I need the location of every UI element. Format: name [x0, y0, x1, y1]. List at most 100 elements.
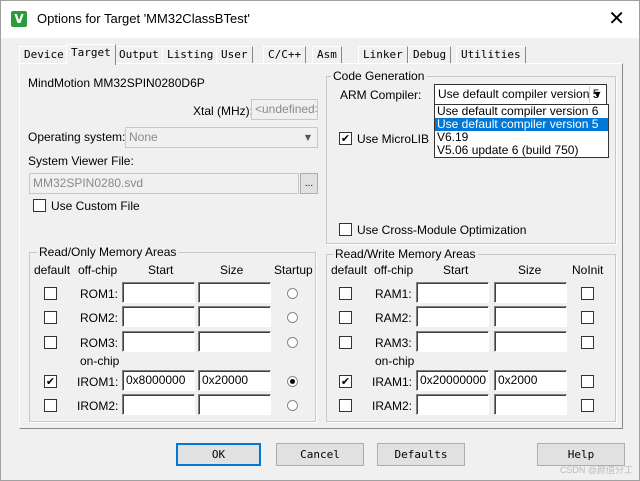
iram1-label: IRAM1:: [372, 375, 413, 389]
device-name: MindMotion MM32SPIN0280D6P: [28, 76, 205, 90]
ram-header-offchip: off-chip: [374, 263, 414, 277]
arm-compiler-value: Use default compiler version 5: [438, 87, 600, 101]
xtal-input[interactable]: <undefined>: [251, 99, 318, 120]
ram-onchip-label: on-chip: [375, 354, 415, 368]
iram2-size-input[interactable]: [494, 394, 567, 415]
ram-header-size: Size: [518, 263, 542, 277]
arm-compiler-select[interactable]: Use default compiler version 5 ▼: [434, 84, 607, 105]
iram1-noinit-checkbox[interactable]: [581, 375, 594, 388]
keil-app-icon: V: [11, 11, 27, 27]
close-icon[interactable]: ✕: [608, 7, 625, 29]
ram3-default-checkbox[interactable]: [339, 336, 352, 349]
ram2-start-input[interactable]: [416, 306, 489, 327]
svd-input[interactable]: MM32SPIN0280.svd: [29, 173, 299, 194]
rom-header-size: Size: [220, 263, 244, 277]
iram1-start-input[interactable]: 0x20000000: [416, 370, 489, 391]
xtal-label: Xtal (MHz):: [193, 104, 253, 118]
rom-header-start: Start: [148, 263, 174, 277]
svd-browse-button[interactable]: ...: [300, 173, 318, 194]
tab-asm[interactable]: Asm: [312, 46, 342, 64]
irom1-size-input[interactable]: 0x20000: [198, 370, 271, 391]
iram2-label: IRAM2:: [372, 399, 413, 413]
os-label: Operating system:: [28, 130, 126, 144]
rom2-default-checkbox[interactable]: [44, 311, 57, 324]
irom2-startup-radio[interactable]: [287, 400, 298, 411]
ram-header-default: default: [331, 263, 368, 277]
cross-module-checkbox[interactable]: [339, 223, 352, 236]
tab-device[interactable]: Device: [19, 46, 69, 64]
ram1-label: RAM1:: [375, 287, 412, 301]
defaults-button[interactable]: Defaults: [377, 443, 465, 466]
tab-target[interactable]: Target: [66, 44, 116, 65]
rom1-startup-radio[interactable]: [287, 288, 298, 299]
svd-label: System Viewer File:: [28, 154, 134, 168]
chevron-down-icon[interactable]: ▼: [589, 86, 605, 103]
microlib-label: Use MicroLIB: [357, 132, 430, 146]
ram3-start-input[interactable]: [416, 331, 489, 352]
arm-compiler-dropdown-list: Use default compiler version 6 Use defau…: [434, 104, 609, 158]
irom1-startup-radio[interactable]: [287, 376, 298, 387]
os-select-value: None: [129, 130, 158, 144]
rom1-label: ROM1:: [80, 287, 119, 301]
rom3-size-input[interactable]: [198, 331, 271, 352]
ram2-default-checkbox[interactable]: [339, 311, 352, 324]
irom1-start-input[interactable]: 0x8000000: [122, 370, 195, 391]
ram1-start-input[interactable]: [416, 282, 489, 303]
rom2-startup-radio[interactable]: [287, 312, 298, 323]
iram1-default-checkbox[interactable]: ✔: [339, 375, 352, 388]
rom-header-default: default: [34, 263, 71, 277]
rom3-start-input[interactable]: [122, 331, 195, 352]
ram1-size-input[interactable]: [494, 282, 567, 303]
rom3-default-checkbox[interactable]: [44, 336, 57, 349]
custom-file-label: Use Custom File: [51, 199, 140, 213]
rom1-size-input[interactable]: [198, 282, 271, 303]
ram3-size-input[interactable]: [494, 331, 567, 352]
iram2-default-checkbox[interactable]: [339, 399, 352, 412]
irom2-label: IROM2:: [77, 399, 119, 413]
tab-debug[interactable]: Debug: [408, 46, 452, 64]
irom1-default-checkbox[interactable]: ✔: [44, 375, 57, 388]
rom1-default-checkbox[interactable]: [44, 287, 57, 300]
tab-linker[interactable]: Linker: [358, 46, 408, 64]
compiler-option-v5-06[interactable]: V5.06 update 6 (build 750): [435, 144, 608, 157]
irom2-default-checkbox[interactable]: [44, 399, 57, 412]
custom-file-checkbox[interactable]: [33, 199, 46, 212]
rom3-label: ROM3:: [80, 336, 119, 350]
rom2-start-input[interactable]: [122, 306, 195, 327]
rom2-size-input[interactable]: [198, 306, 271, 327]
arm-compiler-label: ARM Compiler:: [340, 88, 422, 102]
ram3-label: RAM3:: [375, 336, 412, 350]
iram2-noinit-checkbox[interactable]: [581, 399, 594, 412]
tab-utilities[interactable]: Utilities: [456, 46, 526, 64]
tab-output[interactable]: Output: [114, 46, 164, 64]
tab-user[interactable]: User: [216, 46, 253, 64]
title-bar: V Options for Target 'MM32ClassBTest' ✕: [1, 1, 639, 38]
ram2-label: RAM2:: [375, 311, 412, 325]
os-select[interactable]: None ▼: [125, 127, 318, 148]
window-title: Options for Target 'MM32ClassBTest': [37, 11, 250, 26]
ram2-noinit-checkbox[interactable]: [581, 311, 594, 324]
iram2-start-input[interactable]: [416, 394, 489, 415]
irom2-start-input[interactable]: [122, 394, 195, 415]
iram1-size-input[interactable]: 0x2000: [494, 370, 567, 391]
rom-header-startup: Startup: [274, 263, 313, 277]
ram3-noinit-checkbox[interactable]: [581, 336, 594, 349]
cancel-button[interactable]: Cancel: [276, 443, 364, 466]
rom-header-offchip: off-chip: [78, 263, 118, 277]
chevron-down-icon: ▼: [304, 133, 312, 142]
rom2-label: ROM2:: [80, 311, 119, 325]
tab-listing[interactable]: Listing: [162, 46, 219, 64]
ram-header-noinit: NoInit: [572, 263, 604, 277]
ram2-size-input[interactable]: [494, 306, 567, 327]
rom-onchip-label: on-chip: [80, 354, 120, 368]
tab-c-cpp[interactable]: C/C++: [263, 46, 307, 64]
rom1-start-input[interactable]: [122, 282, 195, 303]
ok-button[interactable]: OK: [176, 443, 261, 466]
rom3-startup-radio[interactable]: [287, 337, 298, 348]
microlib-checkbox[interactable]: ✔: [339, 132, 352, 145]
options-dialog: V Options for Target 'MM32ClassBTest' ✕ …: [0, 0, 640, 481]
irom2-size-input[interactable]: [198, 394, 271, 415]
ram1-noinit-checkbox[interactable]: [581, 287, 594, 300]
cross-module-label: Use Cross-Module Optimization: [357, 223, 527, 237]
ram1-default-checkbox[interactable]: [339, 287, 352, 300]
